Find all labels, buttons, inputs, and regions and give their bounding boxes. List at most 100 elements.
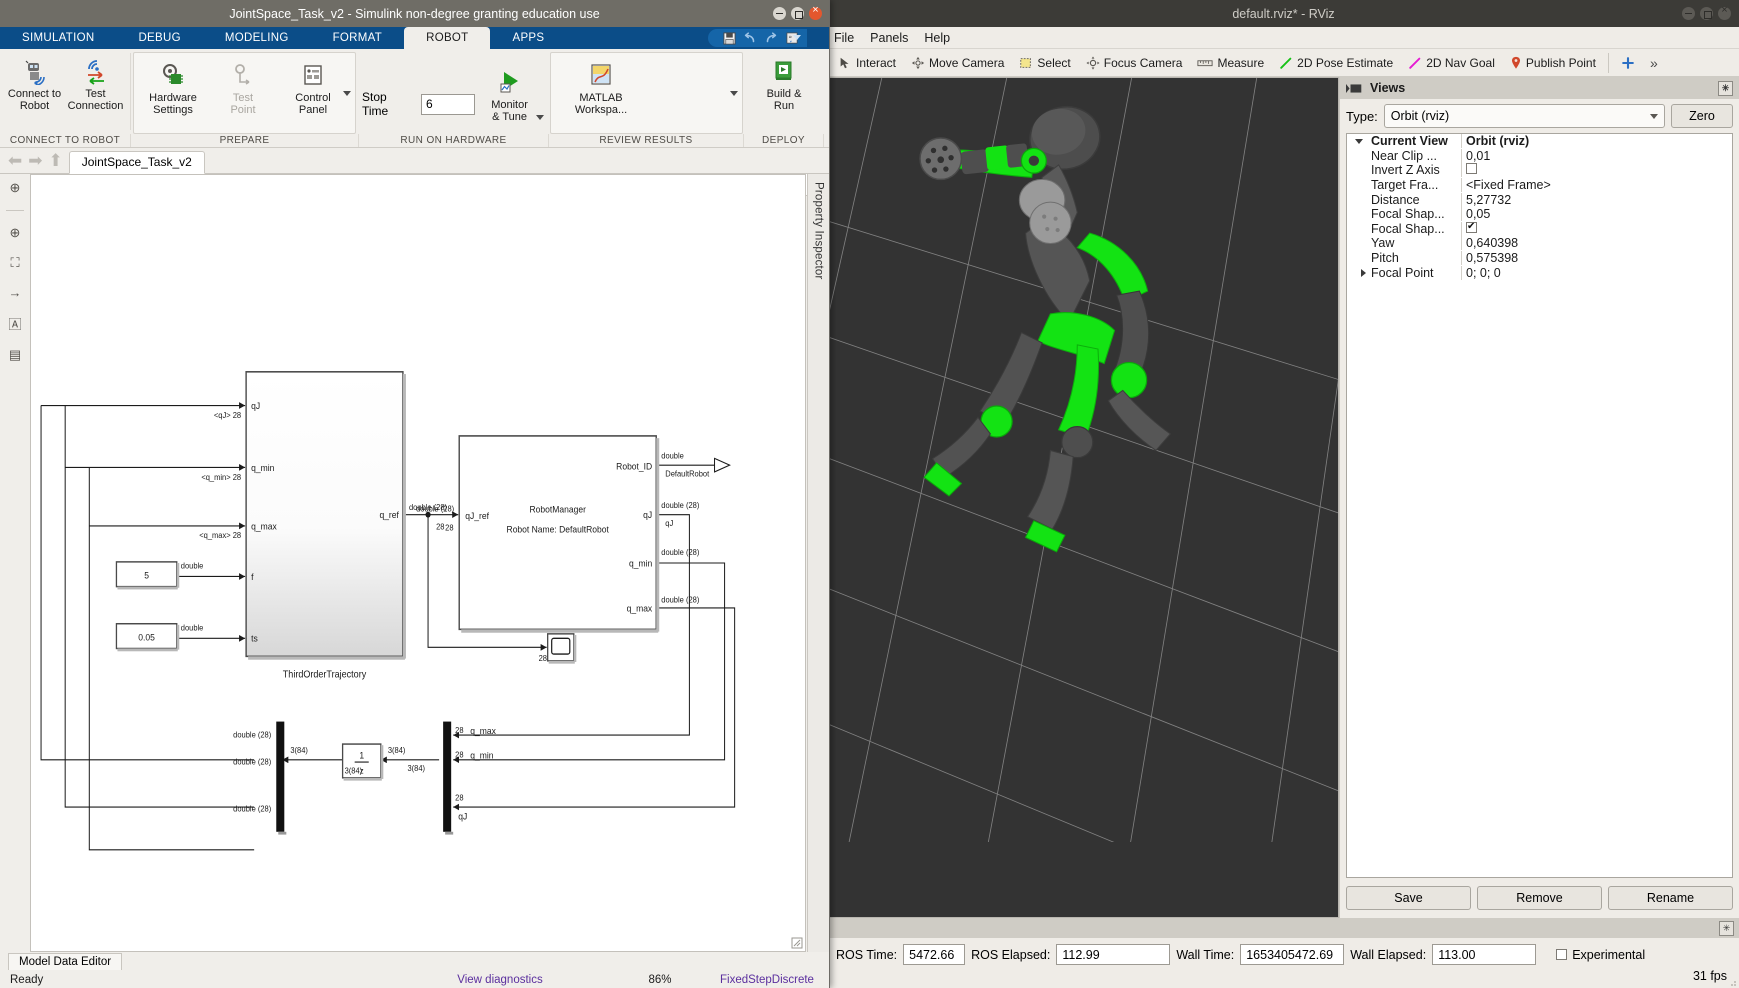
matlab-workspace-button[interactable]: MATLAB Workspa... xyxy=(555,56,647,133)
build-and-run-button[interactable]: Build & Run xyxy=(749,52,819,134)
tab-debug[interactable]: DEBUG xyxy=(116,27,202,49)
test-point-button[interactable]: Test Point xyxy=(208,56,278,133)
rviz-3d-viewport[interactable] xyxy=(828,77,1339,918)
monitor-and-tune-button[interactable]: Monitor & Tune xyxy=(475,63,544,123)
tool-2d-nav-goal[interactable]: 2D Nav Goal xyxy=(1402,54,1501,72)
stop-time-input[interactable]: 6 xyxy=(421,93,476,115)
save-view-button[interactable]: Save xyxy=(1346,886,1471,910)
canvas-resize-grip-icon[interactable] xyxy=(791,937,803,949)
views-tree-row[interactable]: Yaw 0,640398 xyxy=(1347,236,1732,251)
tool-move-camera[interactable]: Move Camera xyxy=(905,54,1010,72)
prepare-group-expander-icon[interactable] xyxy=(343,91,351,96)
ros-time-field[interactable]: 5472.66 xyxy=(903,944,966,965)
views-panel-close-icon[interactable]: ✳ xyxy=(1718,80,1733,96)
views-tree-row[interactable]: Focal Shap... 0,05 xyxy=(1347,207,1732,222)
simulink-canvas[interactable]: qJ q_min q_max f ts q_ref ThirdOrderTraj… xyxy=(31,175,805,951)
experimental-checkbox[interactable] xyxy=(1556,949,1568,960)
views-tree-row[interactable]: Focal Point 0; 0; 0 xyxy=(1347,265,1732,280)
back-arrow-icon[interactable]: ⬅ xyxy=(8,151,22,173)
review-results-group-expander-icon[interactable] xyxy=(730,91,738,96)
views-tree-row[interactable]: Invert Z Axis xyxy=(1347,163,1732,178)
tab-modeling[interactable]: MODELING xyxy=(203,27,311,49)
test-connection-button[interactable]: Test Connection xyxy=(65,52,126,134)
chevron-down-icon[interactable] xyxy=(1355,139,1363,144)
simulink-canvas-wrapper[interactable]: qJ q_min q_max f ts q_ref ThirdOrderTraj… xyxy=(30,174,806,952)
views-tree-row[interactable]: Current View Orbit (rviz) xyxy=(1347,134,1732,149)
tool-add-tool[interactable] xyxy=(1615,54,1641,72)
views-property-tree[interactable]: Current View Orbit (rviz) Near Clip ... 0,0… xyxy=(1346,133,1733,878)
simulink-minimize-button[interactable] xyxy=(773,7,786,20)
tool-select[interactable]: Select xyxy=(1013,54,1076,72)
wall-elapsed-field[interactable]: 113.00 xyxy=(1432,944,1537,965)
hardware-settings-button[interactable]: Hardware Settings xyxy=(138,56,208,133)
undo-icon[interactable] xyxy=(743,31,757,45)
zoom-level[interactable]: 86% xyxy=(600,974,720,986)
views-tree-value[interactable]: 0,575398 xyxy=(1461,251,1732,266)
view-diagnostics-link[interactable]: View diagnostics xyxy=(400,974,600,986)
time-panel-close-icon[interactable]: ✳ xyxy=(1719,920,1734,936)
model-tab[interactable]: JointSpace_Task_v2 xyxy=(68,151,205,174)
fit-to-view-icon[interactable]: ⛶ xyxy=(10,255,19,271)
views-tree-checkbox[interactable] xyxy=(1466,163,1477,175)
views-tree-value[interactable] xyxy=(1461,221,1732,236)
zero-button[interactable]: Zero xyxy=(1671,104,1733,128)
resize-grip-icon[interactable] xyxy=(1727,977,1737,987)
tool-focus-camera[interactable]: Focus Camera xyxy=(1080,54,1189,72)
ros-elapsed-field[interactable]: 112.99 xyxy=(1056,944,1171,965)
views-tree-value[interactable]: Orbit (rviz) xyxy=(1461,134,1732,149)
connect-to-robot-button[interactable]: Connect to Robot xyxy=(4,52,65,134)
rviz-minimize-button[interactable] xyxy=(1682,7,1695,20)
wall-time-field[interactable]: 1653405472.69 xyxy=(1240,944,1345,965)
block-diagram[interactable]: qJ q_min q_max f ts q_ref ThirdOrderTraj… xyxy=(31,175,805,951)
views-tree-value[interactable]: <Fixed Frame> xyxy=(1461,178,1732,193)
rviz-menu-help[interactable]: Help xyxy=(924,31,950,45)
views-tree-row[interactable]: Target Fra... <Fixed Frame> xyxy=(1347,178,1732,193)
model-data-editor-tab[interactable]: Model Data Editor xyxy=(8,953,123,970)
views-tree-row[interactable]: Near Clip ... 0,01 xyxy=(1347,148,1732,164)
tool-interact[interactable]: Interact xyxy=(832,54,902,72)
views-tree-value[interactable]: 0,01 xyxy=(1461,148,1732,163)
annotate-icon[interactable]: 🄰 xyxy=(8,314,21,333)
rviz-menu-panels[interactable]: Panels xyxy=(870,31,908,45)
save-icon[interactable] xyxy=(722,31,736,45)
views-tree-value[interactable]: 0; 0; 0 xyxy=(1461,265,1732,280)
views-tree-row[interactable]: Distance 5,27732 xyxy=(1347,192,1732,207)
control-panel-button[interactable]: Control Panel xyxy=(278,56,348,133)
property-inspector-panel[interactable]: Property Inspector xyxy=(807,174,829,952)
tab-format[interactable]: FORMAT xyxy=(311,27,405,49)
simulink-close-button[interactable] xyxy=(809,4,822,20)
views-tree-value[interactable]: 0,05 xyxy=(1461,207,1732,222)
views-tree-row[interactable]: Pitch 0,575398 xyxy=(1347,251,1732,266)
redo-icon[interactable] xyxy=(764,31,778,45)
tool-measure[interactable]: Measure xyxy=(1191,54,1270,72)
monitor-tune-caret-icon[interactable] xyxy=(536,115,544,120)
navigate-icon[interactable]: ⊕ xyxy=(10,180,21,196)
rename-view-button[interactable]: Rename xyxy=(1608,886,1733,910)
tool-2d-pose-estimate[interactable]: 2D Pose Estimate xyxy=(1273,54,1399,72)
experimental-toggle[interactable]: Experimental xyxy=(1556,948,1645,962)
views-tree-value[interactable] xyxy=(1461,163,1732,178)
tab-robot[interactable]: ROBOT xyxy=(404,27,491,49)
qat-caret-icon[interactable] xyxy=(793,35,801,40)
views-type-combo[interactable]: Orbit (rviz) xyxy=(1383,104,1665,128)
zoom-in-icon[interactable]: ⊕ xyxy=(10,225,21,241)
solver-label[interactable]: FixedStepDiscrete xyxy=(720,974,814,986)
views-tree-value[interactable]: 0,640398 xyxy=(1461,236,1732,251)
forward-arrow-icon[interactable]: ➡ xyxy=(28,151,42,173)
rviz-menu-file[interactable]: File xyxy=(834,31,854,45)
views-tree-row[interactable]: Focal Shap... xyxy=(1347,221,1732,237)
signal-arrow-icon[interactable]: → xyxy=(9,285,22,300)
simulink-maximize-button[interactable] xyxy=(791,7,804,20)
tool-overflow[interactable]: » xyxy=(1644,53,1664,73)
tab-apps[interactable]: APPS xyxy=(490,27,566,49)
tab-simulation[interactable]: SIMULATION xyxy=(0,27,116,49)
chevron-right-icon[interactable] xyxy=(1361,269,1366,278)
rviz-close-button[interactable] xyxy=(1718,4,1731,20)
rviz-maximize-button[interactable] xyxy=(1700,7,1713,20)
up-arrow-icon[interactable]: ⬆ xyxy=(49,151,63,173)
views-tree-value[interactable]: 5,27732 xyxy=(1461,192,1732,207)
views-tree-checkbox[interactable] xyxy=(1466,221,1477,233)
block-icon[interactable]: ▤ xyxy=(9,347,21,363)
tool-publish-point[interactable]: Publish Point xyxy=(1504,54,1602,72)
remove-view-button[interactable]: Remove xyxy=(1477,886,1602,910)
